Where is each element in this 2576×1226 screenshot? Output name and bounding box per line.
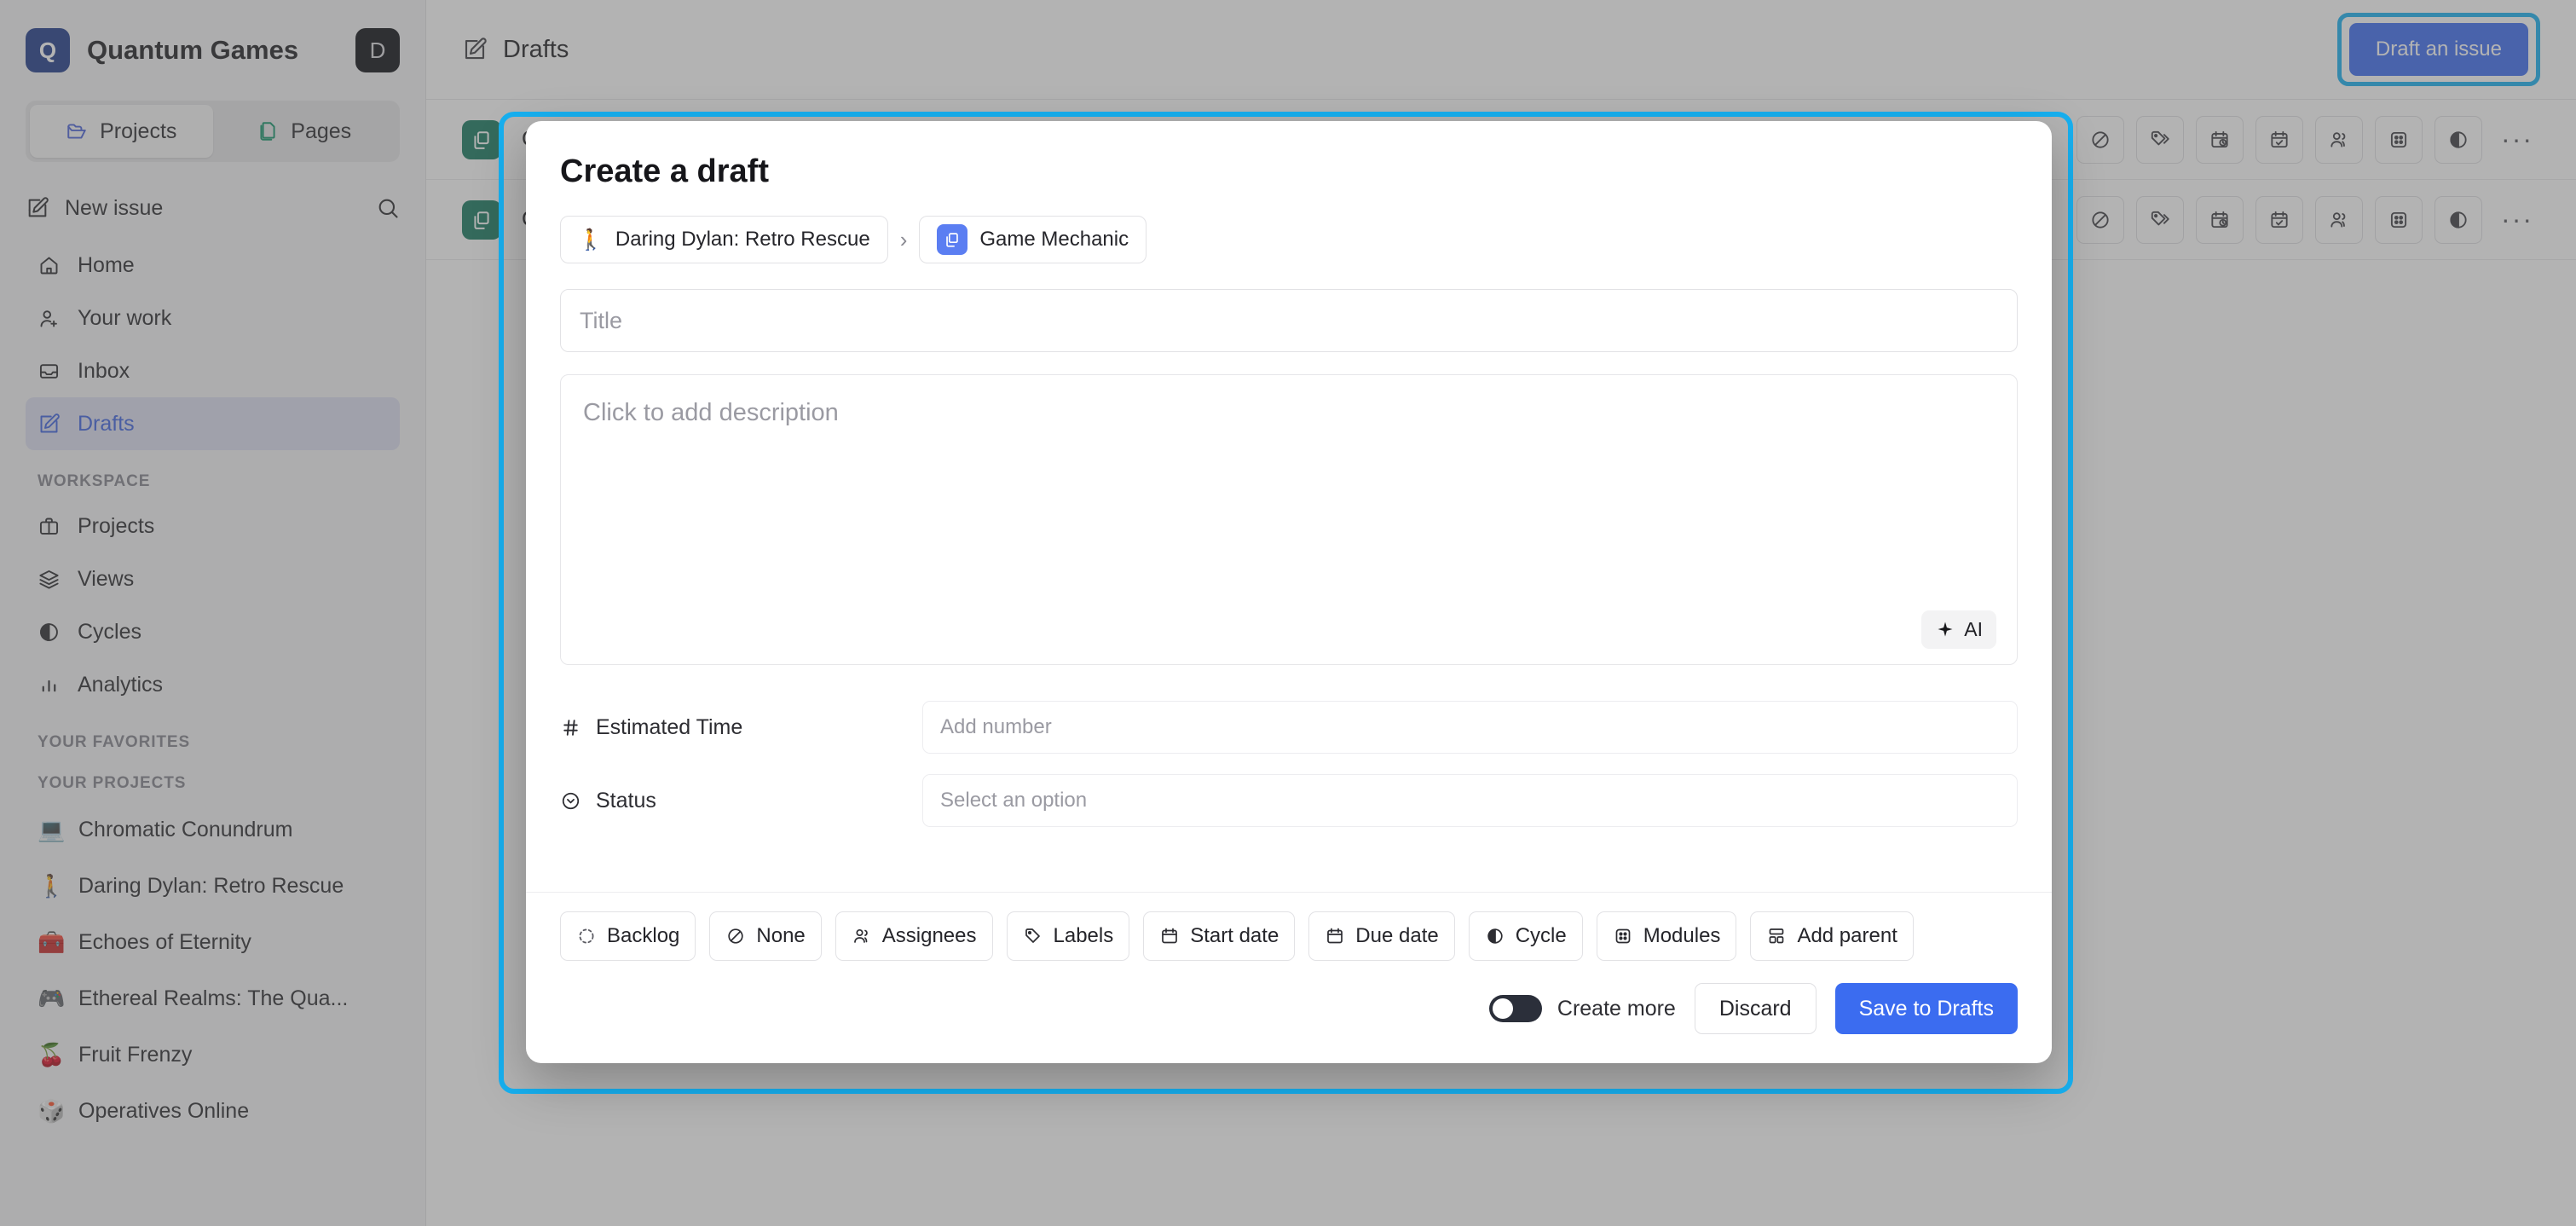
add-parent-icon xyxy=(1766,926,1787,946)
breadcrumb-project-label: Daring Dylan: Retro Rescue xyxy=(615,228,870,251)
property-label: Estimated Time xyxy=(596,714,743,739)
start-date-chip[interactable]: Start date xyxy=(1143,911,1296,961)
cycle-chip[interactable]: Cycle xyxy=(1468,911,1583,961)
ai-button[interactable]: AI xyxy=(1921,610,1996,649)
create-draft-modal: Create a draft 🚶 Daring Dylan: Retro Res… xyxy=(526,121,2052,1063)
chevron-right-icon: › xyxy=(899,226,908,252)
modules-chip[interactable]: Modules xyxy=(1596,911,1737,961)
property-label-group: Estimated Time xyxy=(560,715,922,740)
breadcrumb-type-label: Game Mechanic xyxy=(979,228,1129,251)
property-row-estimated-time: Estimated Time Add number xyxy=(560,691,2018,764)
option-chips-row: Backlog None Assignees Labels Start date xyxy=(526,892,2052,983)
state-chip-backlog[interactable]: Backlog xyxy=(560,911,696,961)
breadcrumb-project-selector[interactable]: 🚶 Daring Dylan: Retro Rescue xyxy=(560,216,888,263)
cycle-chip-label: Cycle xyxy=(1515,924,1567,947)
breadcrumb: 🚶 Daring Dylan: Retro Rescue › Game Mech… xyxy=(560,216,2018,263)
dashed-circle-icon xyxy=(576,926,597,946)
estimated-time-input[interactable]: Add number xyxy=(922,701,2018,754)
modal-title: Create a draft xyxy=(560,153,769,189)
labels-chip-label: Labels xyxy=(1053,924,1114,947)
modules-chip-label: Modules xyxy=(1643,924,1721,947)
assignees-chip-label: Assignees xyxy=(881,924,977,947)
property-label-group: Status xyxy=(560,789,922,813)
circle-slash-icon xyxy=(725,926,746,946)
hash-icon xyxy=(560,717,581,738)
toggle-knob xyxy=(1492,998,1513,1019)
tag-icon xyxy=(1023,926,1043,946)
property-row-status: Status Select an option xyxy=(560,764,2018,837)
description-editor[interactable]: Click to add description AI xyxy=(560,374,2018,665)
due-date-icon xyxy=(1325,926,1345,946)
work-item-type-icon xyxy=(937,224,968,255)
title-input[interactable] xyxy=(560,289,2018,352)
ai-button-label: AI xyxy=(1964,618,1983,640)
modules-icon xyxy=(1613,926,1633,946)
start-date-chip-label: Start date xyxy=(1190,924,1279,947)
modal-footer: Create more Discard Save to Drafts xyxy=(526,983,2052,1063)
description-placeholder: Click to add description xyxy=(583,399,839,426)
due-date-chip[interactable]: Due date xyxy=(1308,911,1455,961)
add-parent-chip[interactable]: Add parent xyxy=(1750,911,1914,961)
breadcrumb-type-selector[interactable]: Game Mechanic xyxy=(919,216,1147,263)
assignees-icon xyxy=(852,926,872,946)
priority-chip-none[interactable]: None xyxy=(709,911,822,961)
chevron-circle-down-icon xyxy=(560,790,581,812)
priority-chip-label: None xyxy=(756,924,806,947)
sparkle-icon xyxy=(1935,620,1955,640)
project-emoji-icon: 🚶 xyxy=(578,228,604,252)
start-date-icon xyxy=(1159,926,1180,946)
create-more-group[interactable]: Create more xyxy=(1488,995,1676,1022)
due-date-chip-label: Due date xyxy=(1355,924,1439,947)
contrast-circle-icon xyxy=(1485,926,1505,946)
state-chip-label: Backlog xyxy=(607,924,680,947)
add-parent-chip-label: Add parent xyxy=(1797,924,1897,947)
modal-body: Create a draft 🚶 Daring Dylan: Retro Res… xyxy=(526,121,2052,892)
assignees-chip[interactable]: Assignees xyxy=(835,911,993,961)
create-more-label: Create more xyxy=(1557,996,1676,1021)
discard-button[interactable]: Discard xyxy=(1694,983,1816,1034)
labels-chip[interactable]: Labels xyxy=(1006,911,1130,961)
create-more-toggle[interactable] xyxy=(1488,995,1542,1022)
status-select[interactable]: Select an option xyxy=(922,774,2018,827)
property-label: Status xyxy=(596,788,656,813)
save-to-drafts-button[interactable]: Save to Drafts xyxy=(1834,983,2018,1034)
